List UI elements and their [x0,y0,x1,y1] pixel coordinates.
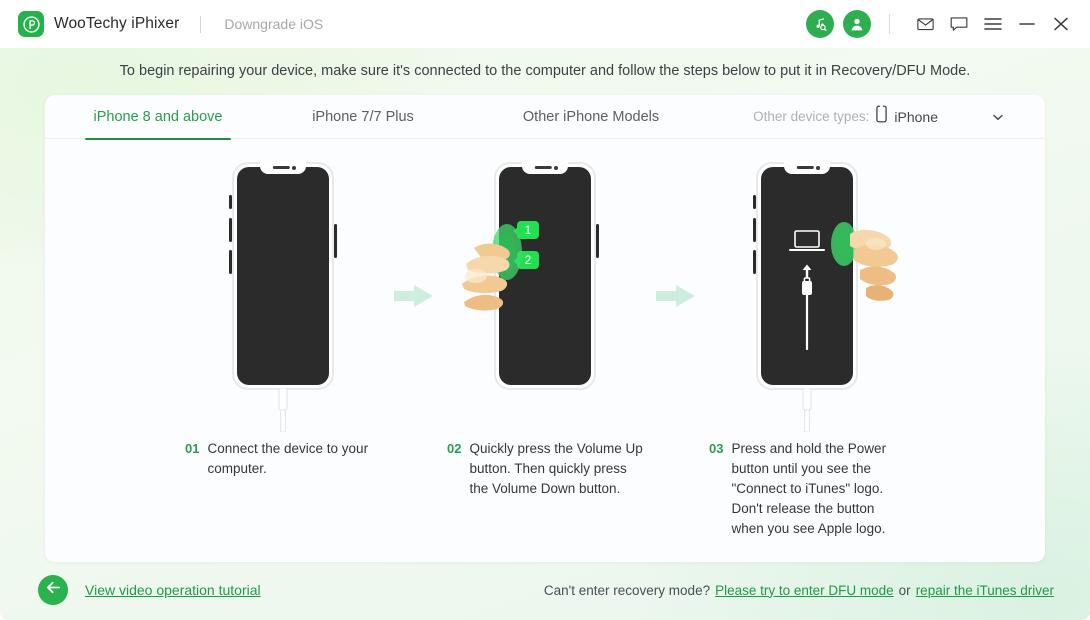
iphone-graphic [753,162,898,433]
phone-screen: 1 2 [499,167,591,385]
iphone-graphic: 1 2 [462,162,599,390]
content-area: To begin repairing your device, make sur… [0,48,1090,620]
brand-divider [200,15,202,33]
menu-icon[interactable] [978,9,1008,39]
device-tabs: iPhone 8 and above iPhone 7/7 Plus Other… [45,95,1045,140]
illustration-step-1 [185,154,381,433]
title-bar: WooTechy iPhixer Downgrade iOS [0,0,1090,48]
volume-down-button [229,250,232,274]
device-type-select[interactable]: Other device types: iPhone [753,105,1005,128]
tab-iphone-7[interactable]: iPhone 7/7 Plus [283,95,443,139]
illustration-step-3 [709,154,905,433]
phone-screen [237,167,329,385]
phone-speaker [272,166,290,169]
illustration-step-2: 1 2 [447,154,643,424]
recovery-help-text: Can't enter recovery mode? Please try to… [544,583,1054,598]
tab-iphone-8-and-above[interactable]: iPhone 8 and above [85,95,231,140]
iphone-graphic [229,162,337,433]
intro-text: To begin repairing your device, make sur… [119,63,971,79]
step-number: 01 [185,441,200,456]
app-window: WooTechy iPhixer Downgrade iOS To begin … [0,0,1090,620]
titlebar-divider [889,14,890,34]
power-button [596,224,599,258]
chevron-down-icon[interactable] [993,108,1003,126]
phone-camera [554,165,558,170]
tab-label: iPhone 7/7 Plus [312,108,414,125]
steps-card: iPhone 8 and above iPhone 7/7 Plus Other… [45,95,1045,562]
tab-other-iphone-models[interactable]: Other iPhone Models [511,95,671,139]
phone-screen [761,167,853,385]
tab-label: iPhone 8 and above [93,108,223,125]
brand-name: WooTechy iPhixer [54,15,180,32]
repair-itunes-driver-link[interactable]: repair the iTunes driver [916,583,1054,598]
step-caption-2: 02 Quickly press the Volume Up button. T… [447,439,643,539]
device-type-value: iPhone [894,108,938,125]
tab-label: Other iPhone Models [522,108,660,125]
step-text: Connect the device to your computer. [207,441,369,476]
itunes-search-icon[interactable] [806,10,834,38]
silent-switch [229,195,232,209]
titlebar-actions [806,9,1076,39]
step-caption-3: 03 Press and hold the Power button until… [709,439,905,539]
arrow-right-icon [381,283,447,309]
connect-to-itunes-graphic [761,229,853,351]
back-button[interactable] [38,575,68,605]
close-button[interactable] [1046,9,1076,39]
silent-switch [753,195,756,209]
power-button [334,224,337,258]
minimize-button[interactable] [1012,9,1042,39]
feedback-icon[interactable] [944,9,974,39]
step-caption-1: 01 Connect the device to your computer. [185,439,381,539]
arrow-left-icon [45,580,62,600]
arrow-right-icon [643,283,709,309]
user-account-icon[interactable] [843,10,871,38]
volume-down-button [753,250,756,274]
brand-group: WooTechy iPhixer Downgrade iOS [18,11,323,37]
phone-camera [292,165,296,170]
step-number: 03 [709,441,724,456]
help-question: Can't enter recovery mode? [543,582,711,598]
phone-speaker [534,166,552,169]
lightning-cable-icon [276,387,290,433]
phone-icon [876,105,888,128]
step-text: Press and hold the Power button until yo… [731,441,887,536]
dfu-mode-link[interactable]: Please try to enter DFU mode [715,583,894,598]
phone-speaker [796,166,814,169]
module-name: Downgrade iOS [224,16,324,32]
or-text: or [898,582,911,598]
lightning-cable-icon [800,387,814,433]
device-type-label: Other device types: [753,109,870,124]
footer-bar: View video operation tutorial Can't ente… [0,560,1090,620]
callout-badge-2: 2 [513,251,539,269]
volume-up-button [753,218,756,242]
step-number: 02 [447,441,462,456]
callout-badge-1: 1 [513,221,539,239]
mail-icon[interactable] [910,9,940,39]
step-captions: 01 Connect the device to your computer. … [45,439,1045,539]
step-text: Quickly press the Volume Up button. Then… [469,441,643,496]
phone-camera [816,165,820,170]
video-tutorial-link[interactable]: View video operation tutorial [85,582,261,598]
wootechy-p-logo-icon [18,11,44,37]
step-illustrations: 1 2 [45,139,1045,439]
volume-up-button [229,218,232,242]
